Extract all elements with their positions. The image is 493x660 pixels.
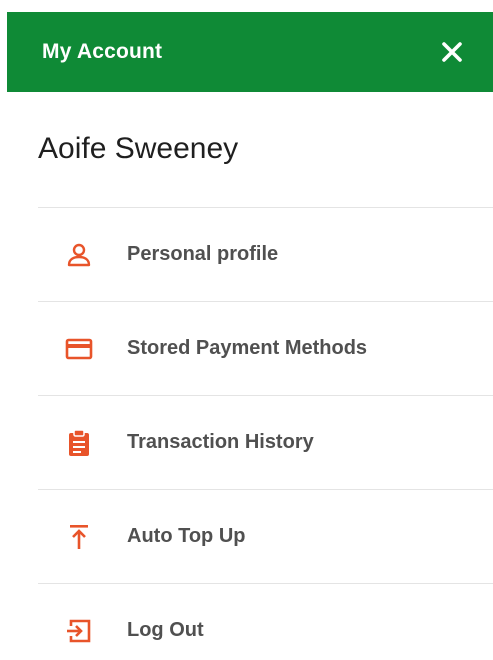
account-menu: Personal profile Stored Payment Methods xyxy=(38,207,493,660)
close-button[interactable] xyxy=(437,37,467,67)
menu-item-label: Auto Top Up xyxy=(127,525,246,547)
panel-header: My Account xyxy=(7,12,493,92)
menu-item-log-out[interactable]: Log Out xyxy=(38,584,493,660)
menu-item-label: Log Out xyxy=(127,619,204,641)
person-icon xyxy=(64,240,94,270)
clipboard-icon xyxy=(64,428,94,458)
menu-item-transaction-history[interactable]: Transaction History xyxy=(38,396,493,489)
upload-arrow-icon xyxy=(64,522,94,552)
menu-item-personal-profile[interactable]: Personal profile xyxy=(38,208,493,301)
account-panel: My Account Aoife Sweeney Personal profil… xyxy=(0,0,493,660)
menu-item-label: Personal profile xyxy=(127,243,279,265)
credit-card-icon xyxy=(64,334,94,364)
menu-item-label: Transaction History xyxy=(127,431,314,453)
panel-title: My Account xyxy=(42,40,163,63)
menu-item-auto-top-up[interactable]: Auto Top Up xyxy=(38,490,493,583)
close-icon xyxy=(442,42,462,62)
menu-item-stored-payment-methods[interactable]: Stored Payment Methods xyxy=(38,302,493,395)
logout-icon xyxy=(64,616,94,646)
user-name: Aoife Sweeney xyxy=(38,132,239,165)
menu-item-label: Stored Payment Methods xyxy=(127,337,368,359)
